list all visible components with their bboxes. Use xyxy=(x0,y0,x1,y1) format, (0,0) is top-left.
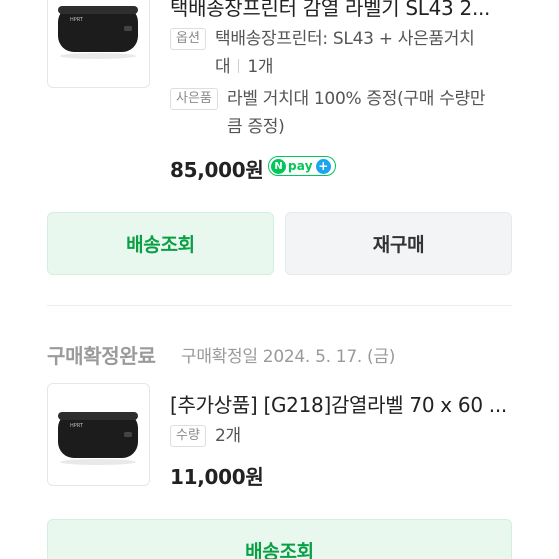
quantity-tag: 수량 xyxy=(170,425,206,447)
price: 85,000원 xyxy=(170,158,264,182)
npay-label: pay xyxy=(288,159,313,173)
product-title[interactable]: 택배송장프린터 감열 라벨기 SL43 2... xyxy=(170,0,510,21)
track-delivery-button[interactable]: 배송조회 xyxy=(47,519,512,559)
option-line-2-text: 대 xyxy=(215,57,231,77)
product-image[interactable]: HPRT xyxy=(47,0,150,88)
npay-plus-badge: N pay + xyxy=(268,156,336,176)
svg-text:HPRT: HPRT xyxy=(70,423,84,429)
order-status: 구매확정완료 xyxy=(47,344,156,368)
price: 11,000원 xyxy=(170,465,264,489)
gift-line-1: 라벨 거치대 100% 증정(구매 수량만 xyxy=(227,89,486,109)
option-line-2: 대 1개 xyxy=(215,53,474,81)
option-text: 택배송장프린터: SL43 + 사은품거치 대 1개 xyxy=(215,25,475,81)
plus-icon: + xyxy=(315,158,331,174)
gift-text: 라벨 거치대 100% 증정(구매 수량만 큼 증정) xyxy=(227,85,486,141)
gift-tag: 사은품 xyxy=(170,88,218,110)
quantity: 2개 xyxy=(215,426,241,446)
option-tag: 옵션 xyxy=(170,28,206,50)
npay-n-icon: N xyxy=(271,158,286,174)
gift-line-2: 큼 증정) xyxy=(227,117,285,137)
product-image[interactable]: HPRT xyxy=(47,383,150,486)
track-delivery-button[interactable]: 배송조회 xyxy=(47,212,274,275)
rebuy-button[interactable]: 재구매 xyxy=(285,212,512,275)
confirm-date: 구매확정일 2024. 5. 17. (금) xyxy=(181,347,396,367)
divider xyxy=(47,305,512,306)
option-line-1: 택배송장프린터: SL43 + 사은품거치 xyxy=(215,29,475,49)
product-title[interactable]: [추가상품] [G218]감열라벨 70 x 60 ... xyxy=(170,389,510,418)
svg-text:HPRT: HPRT xyxy=(70,17,84,23)
separator xyxy=(238,59,240,73)
quantity: 1개 xyxy=(247,57,274,77)
